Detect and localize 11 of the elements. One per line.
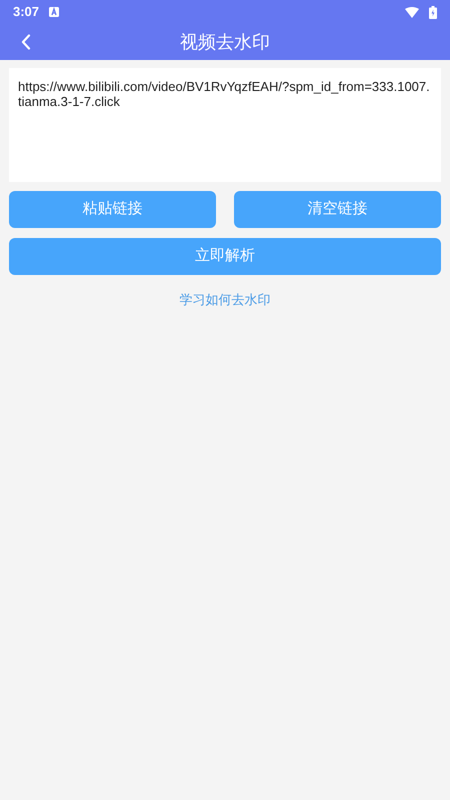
parse-button[interactable]: 立即解析 <box>9 238 441 275</box>
wifi-icon <box>405 6 419 18</box>
help-link[interactable]: 学习如何去水印 <box>180 290 270 310</box>
battery-icon <box>429 6 437 18</box>
link-input-field[interactable]: https://www.bilibili.com/video/BV1RvYqzfEAH/?spm_id_from=333.1007.tianma.3-1-7.click <box>9 68 441 182</box>
status-time: 3:07 <box>13 3 40 22</box>
screen-title: 视频去水印 <box>180 30 270 54</box>
notification-icon <box>49 7 60 17</box>
paste-link-button[interactable]: 粘贴链接 <box>9 191 216 228</box>
back-icon <box>21 34 31 50</box>
clear-link-button[interactable]: 清空链接 <box>234 191 441 228</box>
